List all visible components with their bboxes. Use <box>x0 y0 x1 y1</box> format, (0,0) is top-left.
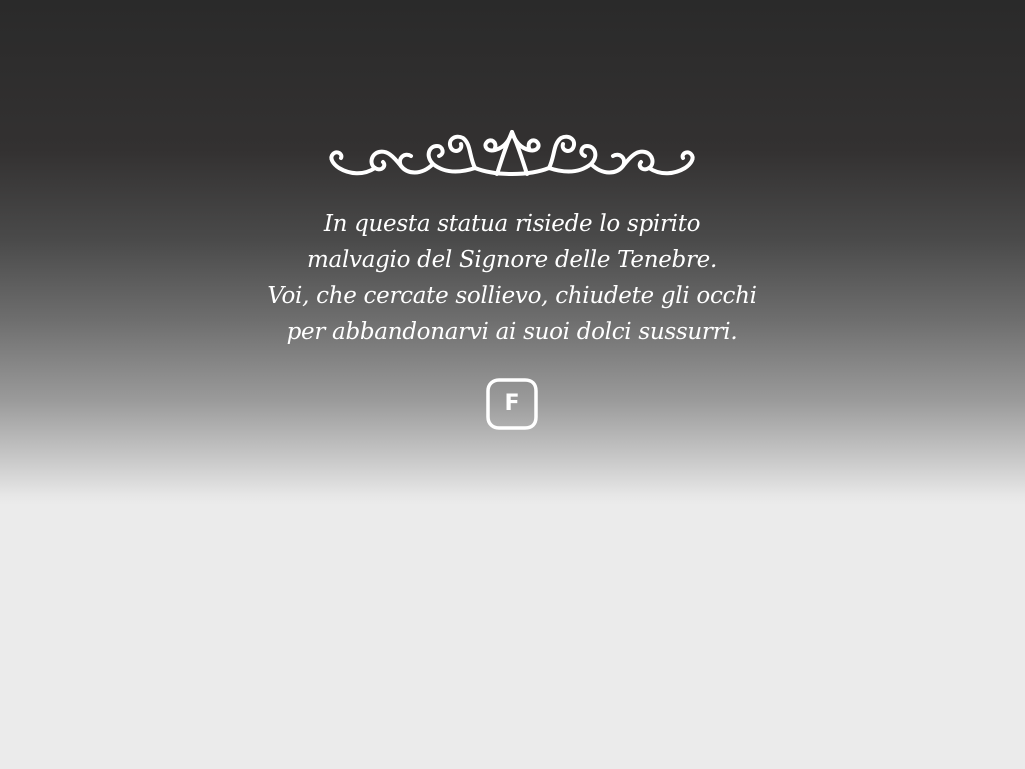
dialog-line: In questa statua risiede lo spirito <box>323 211 701 237</box>
dialog-line: per abbandonarvi ai suoi dolci sussurri. <box>286 319 738 345</box>
dialog-line: Voi, che cercate sollievo, chiudete gli … <box>267 283 757 309</box>
dialog-line: malvagio del Signore delle Tenebre. <box>307 247 717 273</box>
dialog-message: In questa statua risiede lo spirito malv… <box>212 206 812 350</box>
key-prompt-label: F <box>504 391 520 416</box>
game-scene: In questa statua risiede lo spirito malv… <box>0 0 1025 769</box>
key-prompt-button[interactable]: F <box>485 377 539 431</box>
flourish-divider-icon <box>329 130 695 176</box>
